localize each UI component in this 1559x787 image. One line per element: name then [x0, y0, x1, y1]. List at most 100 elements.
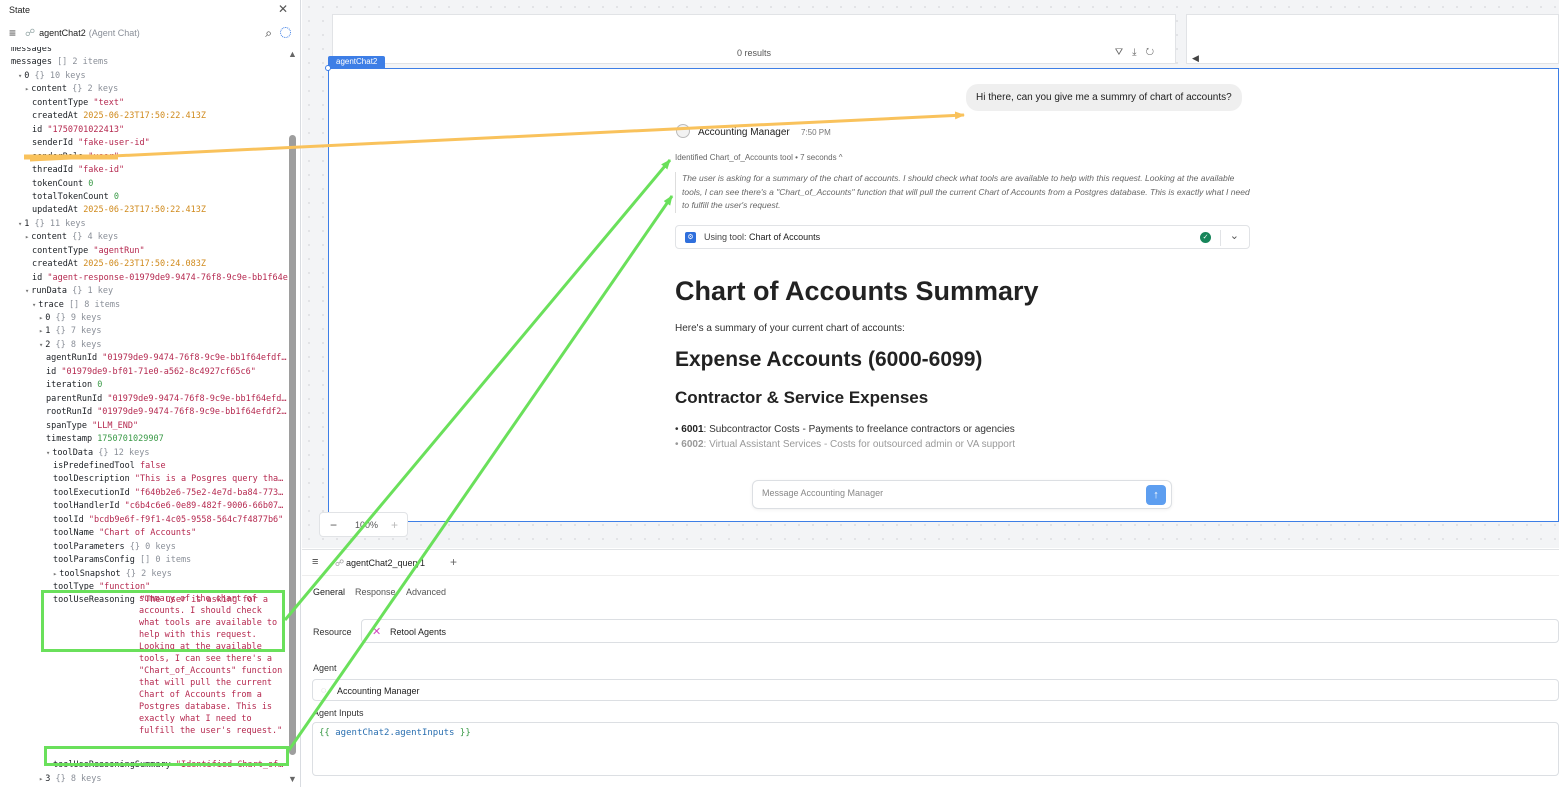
message-composer[interactable]: ↑ [752, 480, 1172, 509]
download-icon[interactable]: ⤓ [1132, 47, 1145, 58]
state-tree-row[interactable]: toolParameters {} 0 keys [53, 541, 176, 555]
state-tree-row[interactable]: ▾ trace [] 8 items [32, 299, 120, 313]
state-tree-row[interactable]: iteration 0 [46, 379, 102, 393]
close-icon[interactable]: ✕ [278, 2, 288, 16]
state-tree-row[interactable]: parentRunId "01979de9-9474-76f8-9c9e-bb1… [46, 393, 287, 407]
response-heading: Chart of Accounts Summary [675, 276, 1039, 306]
component-selector[interactable]: ≡ ☍ agentChat2 (Agent Chat) ⌕ [0, 19, 300, 47]
search-icon[interactable]: ⌕ [265, 26, 272, 41]
state-tree-row[interactable]: id "agent-response-01979de9-9474-76f8-9c… [32, 272, 288, 286]
tree-toggle-icon[interactable]: ▸ [25, 85, 29, 93]
state-tree-row[interactable]: toolParamsConfig [] 0 items [53, 554, 191, 568]
tree-toggle-icon[interactable]: ▸ [25, 233, 29, 241]
tree-key: createdAt [32, 111, 84, 122]
tree-value: "fake-user-id" [78, 138, 150, 149]
query-icon: ☍ [335, 558, 345, 568]
tree-toggle-icon[interactable]: ▾ [46, 449, 50, 457]
state-tree-row[interactable]: updatedAt 2025-06-23T17:50:22.413Z [32, 204, 206, 218]
tree-key: agentRunId [46, 353, 103, 364]
state-tree-row[interactable]: isPredefinedTool false [53, 460, 166, 474]
table-component[interactable]: 0 results ⛛⤓↻ [332, 14, 1176, 64]
chevron-down-icon[interactable]: ⌄ [1230, 229, 1239, 242]
filter-icon[interactable]: ⛛ [1115, 47, 1132, 58]
state-tree-row[interactable]: agentRunId "01979de9-9474-76f8-9c9e-bb1f… [46, 352, 287, 366]
zoom-in-button[interactable]: + [391, 518, 398, 532]
state-tree-row[interactable]: toolName "Chart of Accounts" [53, 527, 196, 541]
tree-value: "This is a Posgres query tha… [134, 474, 284, 485]
state-tree-row[interactable]: id "01979de9-bf01-71e0-a562-8c4927cf65c6… [46, 366, 256, 380]
state-tree-row[interactable]: messages [11, 47, 52, 57]
resource-select[interactable]: ✕ Retool Agents [361, 619, 1559, 643]
state-tree-row[interactable]: toolHandlerId "c6b4c6e6-0e89-482f-9006-6… [53, 500, 283, 514]
state-tree-row[interactable]: ▾ 2 {} 8 keys [39, 339, 102, 353]
state-tree-row[interactable]: ▸ content {} 2 keys [25, 83, 118, 97]
tab-response[interactable]: Response [355, 587, 396, 597]
tree-toggle-icon[interactable]: ▾ [18, 220, 22, 228]
resize-handle[interactable] [325, 65, 331, 71]
state-tree-row[interactable]: ▸ 3 {} 8 keys [39, 773, 102, 787]
inspect-icon[interactable] [280, 27, 291, 38]
state-tree-row[interactable]: ▾ 0 {} 10 keys [18, 70, 86, 84]
add-query-icon[interactable]: + [450, 555, 457, 569]
state-tree-row[interactable]: tokenCount 0 [32, 178, 93, 192]
scrollbar-thumb[interactable] [289, 135, 296, 755]
tree-toggle-icon[interactable]: ▸ [53, 570, 57, 578]
state-tree-row[interactable]: totalTokenCount 0 [32, 191, 119, 205]
state-tree-row[interactable]: messages [] 2 items [11, 56, 108, 70]
state-tree-row[interactable]: toolId "bcdb9e6f-f9f1-4c05-9558-564c7f48… [53, 514, 283, 528]
state-tree-row[interactable]: timestamp 1750701029907 [46, 433, 164, 447]
state-tree-row[interactable]: ▸ 1 {} 7 keys [39, 325, 102, 339]
state-tree-row[interactable]: senderId "fake-user-id" [32, 137, 150, 151]
side-component[interactable]: ◀ [1186, 14, 1559, 64]
refresh-icon[interactable]: ↻ [1146, 47, 1163, 58]
tree-toggle-icon[interactable]: ▸ [39, 775, 43, 783]
account-code: 6002 [681, 439, 704, 450]
tree-toggle-icon[interactable]: ▾ [18, 72, 22, 80]
send-button[interactable]: ↑ [1146, 485, 1166, 505]
state-tree-row[interactable]: ▾ toolData {} 12 keys [46, 447, 149, 461]
tree-key: timestamp [46, 434, 98, 445]
state-tree-row[interactable]: ▾ runData {} 1 key [25, 285, 113, 299]
menu-icon[interactable]: ≡ [312, 556, 318, 568]
menu-icon[interactable]: ≡ [9, 26, 16, 40]
tab-general[interactable]: General [313, 587, 345, 597]
agent-inputs-editor[interactable]: {{ agentChat2.agentInputs }} [312, 722, 1559, 776]
state-tree-row[interactable]: id "1750701022413" [32, 124, 124, 138]
zoom-out-button[interactable]: − [330, 518, 337, 532]
tree-key: toolName [53, 528, 100, 539]
tool-use-card[interactable]: ⚙ Using tool: Chart of Accounts ✓ ⌄ [675, 225, 1250, 249]
state-scrollbar[interactable]: ▲ ▼ [288, 47, 298, 787]
state-tree-row[interactable]: ▸ 0 {} 9 keys [39, 312, 102, 326]
state-tree-row[interactable]: spanType "LLM_END" [46, 420, 138, 434]
scroll-up-icon[interactable]: ▲ [288, 49, 297, 59]
tree-value: "text" [93, 97, 125, 108]
collapse-icon[interactable]: ◀ [1192, 53, 1199, 64]
state-tree-row[interactable]: ▸ toolSnapshot {} 2 keys [53, 568, 172, 582]
agent-select[interactable]: ◌ Accounting Manager [312, 679, 1559, 701]
tree-value: {} 2 keys [72, 84, 119, 95]
tree-toggle-icon[interactable]: ▸ [39, 327, 43, 335]
scroll-down-icon[interactable]: ▼ [288, 774, 297, 784]
state-tree-row[interactable]: senderRole "user" [32, 151, 119, 165]
state-tree-row[interactable]: threadId "fake-id" [32, 164, 124, 178]
state-tree-row[interactable]: toolExecutionId "f640b2e6-75e2-4e7d-ba84… [53, 487, 283, 501]
state-tree-row[interactable]: rootRunId "01979de9-9474-76f8-9c9e-bb1f6… [46, 406, 287, 420]
message-input[interactable] [762, 488, 1132, 498]
state-tree-row[interactable]: toolDescription "This is a Posgres query… [53, 473, 283, 487]
state-tree-row[interactable]: createdAt 2025-06-23T17:50:24.083Z [32, 258, 206, 272]
tree-toggle-icon[interactable]: ▾ [25, 287, 29, 295]
tab-advanced[interactable]: Advanced [406, 587, 446, 597]
tree-toggle-icon[interactable]: ▸ [39, 314, 43, 322]
tool-reasoning-summary-toggle[interactable]: Identified Chart_of_Accounts tool • 7 se… [675, 153, 843, 162]
state-tree-row[interactable]: contentType "text" [32, 97, 124, 111]
selected-component-label[interactable]: agentChat2 [328, 56, 386, 68]
state-tree-row[interactable]: createdAt 2025-06-23T17:50:22.413Z [32, 110, 206, 124]
tree-value: false [140, 460, 166, 471]
state-tree-row[interactable]: contentType "agentRun" [32, 245, 145, 259]
state-tree-row[interactable]: ▾ 1 {} 11 keys [18, 218, 86, 232]
account-description: : Subcontractor Costs - Payments to free… [703, 424, 1015, 435]
state-tree-row[interactable]: ▸ content {} 4 keys [25, 231, 118, 245]
query-tab[interactable]: agentChat2_query1 [346, 558, 425, 568]
tree-toggle-icon[interactable]: ▾ [32, 301, 36, 309]
tree-toggle-icon[interactable]: ▾ [39, 341, 43, 349]
